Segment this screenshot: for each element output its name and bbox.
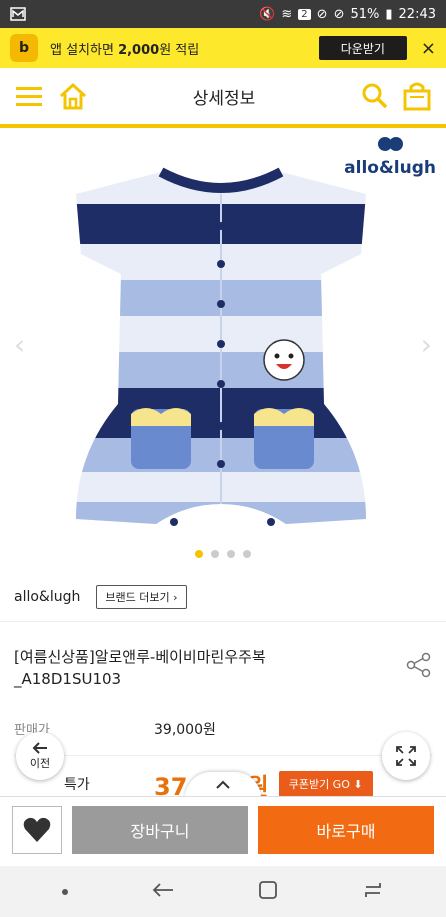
chevron-right-icon: › (173, 590, 178, 604)
pagination-dot[interactable] (243, 550, 251, 558)
coupon-label: 쿠폰받기 GO (288, 778, 350, 791)
heart-icon (23, 817, 51, 842)
search-icon[interactable] (358, 79, 392, 113)
brand-name[interactable]: allo&lugh (14, 589, 80, 605)
app-install-banner: b 앱 설치하면 2,000원 적립 다운받기 × (0, 28, 446, 68)
brand-more-button[interactable]: 브랜드 더보기 › (96, 584, 187, 609)
buy-now-button[interactable]: 바로구매 (258, 805, 434, 854)
gallery-pagination (0, 550, 446, 558)
download-button[interactable]: 다운받기 (318, 36, 407, 60)
product-name: [여름신상품]알로앤루-베이비마린우주복 _A18D1SU103 (14, 622, 432, 702)
pagination-dot[interactable] (195, 550, 203, 558)
recents-nav-icon[interactable] (362, 881, 384, 903)
banner-message-post: 원 적립 (159, 42, 200, 58)
product-image (76, 167, 366, 526)
next-arrow-icon[interactable]: › (421, 328, 432, 361)
expand-bottom-tab[interactable] (185, 772, 261, 798)
page-title: 상세정보 (192, 88, 256, 109)
share-icon[interactable] (406, 652, 432, 684)
clock: 22:43 (398, 6, 436, 22)
arrow-left-icon (32, 742, 47, 754)
mail-icon (10, 7, 26, 21)
expand-icon (396, 746, 416, 766)
product-image-gallery[interactable]: allo&lugh ‹ › (0, 128, 446, 572)
product-name-line2: _A18D1SU103 (14, 670, 122, 688)
banner-message: 앱 설치하면 2,000원 적립 (50, 39, 199, 58)
pagination-dot[interactable] (227, 550, 235, 558)
download-icon: ⬇ (353, 778, 363, 791)
brand-row: allo&lugh 브랜드 더보기 › (0, 572, 446, 622)
home-nav-icon[interactable] (258, 880, 278, 904)
prev-arrow-icon[interactable]: ‹ (14, 328, 25, 361)
block-icon: ⊘ (333, 6, 345, 22)
back-nav-icon[interactable] (152, 882, 174, 902)
top-nav: 상세정보 (0, 68, 446, 128)
add-to-cart-button[interactable]: 장바구니 (72, 805, 248, 854)
wishlist-button[interactable] (12, 805, 62, 854)
notification-badge: 2 (298, 8, 311, 20)
battery-icon: ▮ (385, 6, 393, 22)
brand-more-label: 브랜드 더보기 (105, 590, 170, 604)
wifi-icon: ≋ (281, 6, 293, 22)
coupon-button[interactable]: 쿠폰받기 GO ⬇ (278, 771, 373, 797)
home-icon[interactable] (56, 79, 90, 113)
purchase-bar: 장바구니 바로구매 (0, 796, 446, 862)
close-icon[interactable]: × (421, 38, 436, 59)
back-label: 이전 (29, 757, 51, 770)
chevron-up-icon (216, 780, 230, 789)
dot-icon[interactable] (62, 888, 68, 895)
mascot-icon (378, 137, 404, 151)
system-nav-bar (0, 866, 446, 917)
shopping-bag-icon[interactable] (400, 79, 434, 113)
list-price-value: 39,000원 (154, 721, 216, 738)
banner-message-amount: 2,000 (118, 42, 160, 58)
dnd-icon: ⊘ (316, 6, 328, 22)
banner-message-pre: 앱 설치하면 (50, 42, 119, 58)
fullscreen-button[interactable] (382, 732, 430, 780)
menu-icon[interactable] (12, 79, 46, 113)
battery-percent: 51% (350, 6, 380, 22)
back-button[interactable]: 이전 (16, 732, 64, 780)
pagination-dot[interactable] (211, 550, 219, 558)
app-logo: b (10, 34, 38, 62)
status-bar: 🔇 ≋ 2 ⊘ ⊘ 51% ▮ 22:43 (0, 0, 446, 28)
mute-icon: 🔇 (259, 6, 276, 22)
list-price-row: 판매가 39,000원 (14, 702, 432, 756)
product-name-line1: [여름신상품]알로앤루-베이비마린우주복 (14, 648, 266, 666)
